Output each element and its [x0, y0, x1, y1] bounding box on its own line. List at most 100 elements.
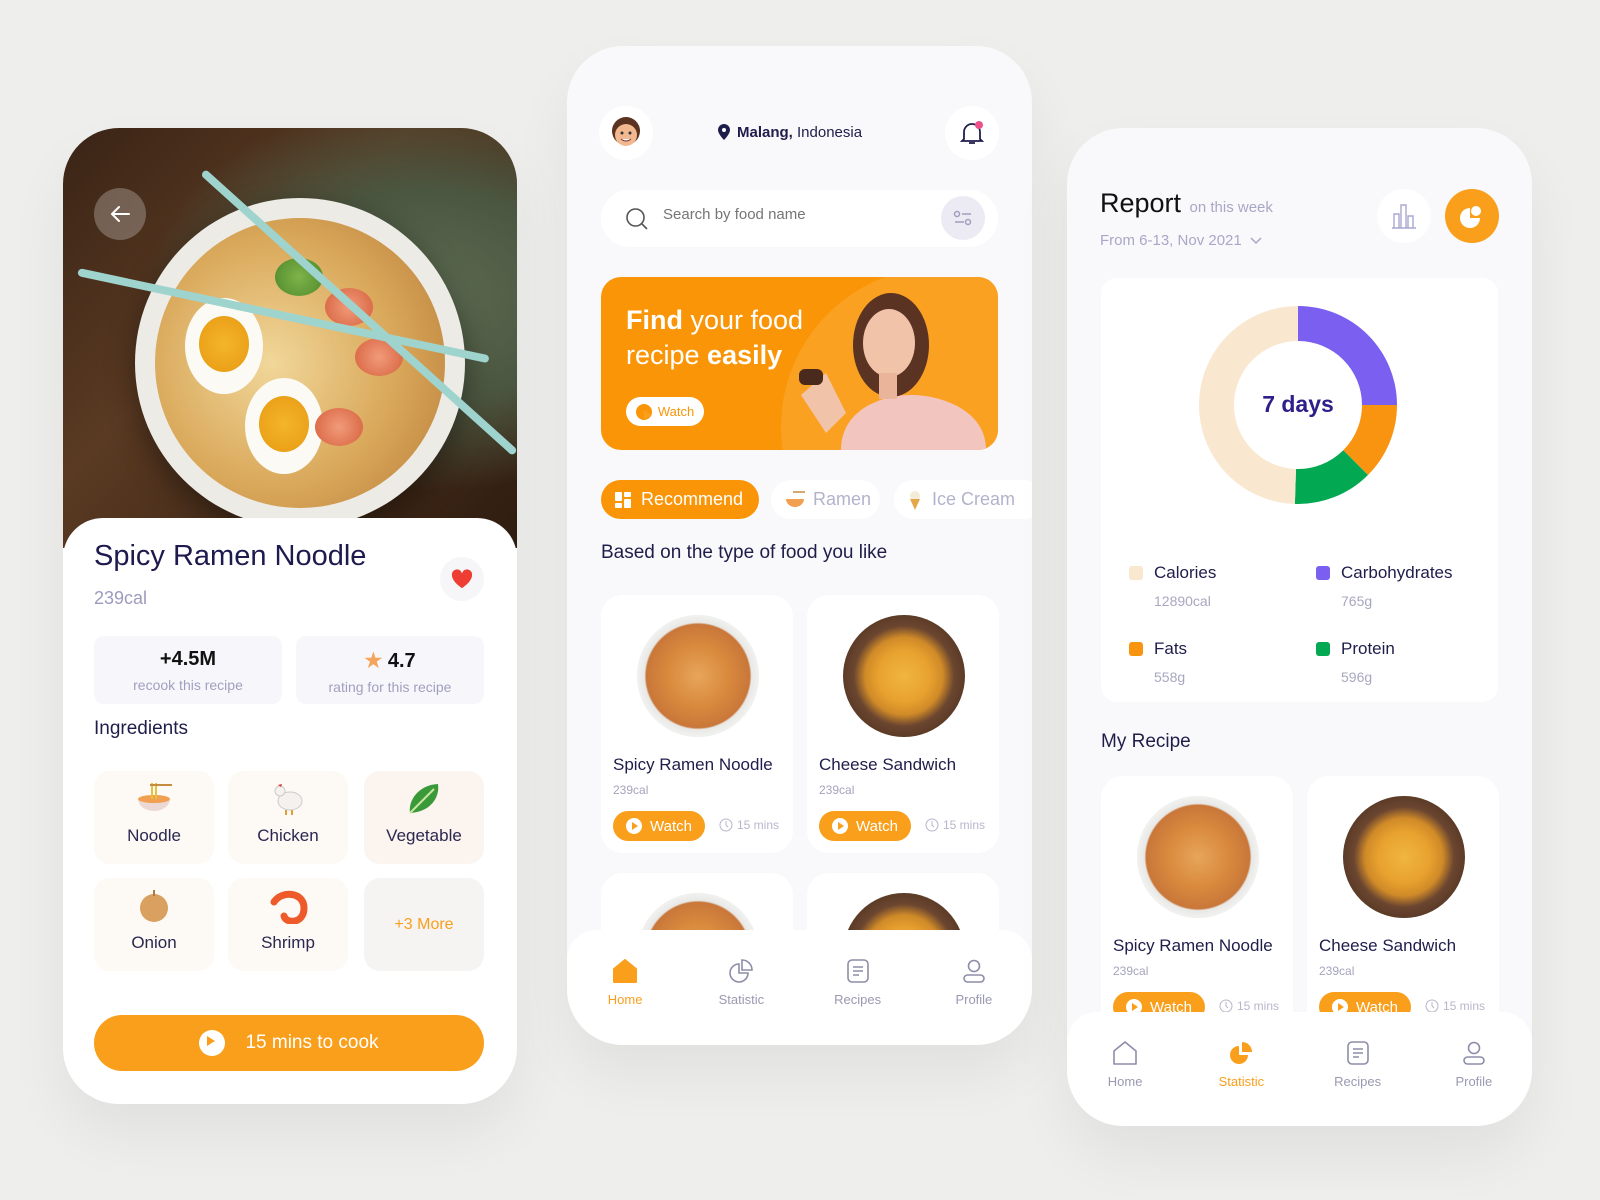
ramen-image [1137, 796, 1259, 918]
chip-recommend[interactable]: Recommend [601, 480, 759, 519]
back-button[interactable] [94, 188, 146, 240]
legend-swatch [1129, 642, 1143, 656]
legend-label: Fats [1154, 639, 1188, 658]
banner-headline: Find your food recipe easily [626, 305, 804, 370]
bell-icon [959, 121, 985, 144]
bottom-nav: Home Statistic Recipes Profile [1067, 1012, 1532, 1126]
recipe-info-card: Spicy Ramen Noodle 239cal +4.5M recook t… [63, 518, 517, 1104]
heart-icon [451, 569, 473, 589]
pie-chart-toggle[interactable] [1445, 189, 1499, 243]
search-bar[interactable] [601, 190, 998, 247]
nutrition-chart-card: 7 days Calories 12890cal Carbohydrates 765g… [1101, 278, 1498, 702]
food-card[interactable]: Spicy Ramen Noodle 239cal Watch 15 mins [601, 595, 793, 853]
report-title: Report on this week [1100, 188, 1273, 218]
chip-ice-cream[interactable]: Ice Cream [894, 480, 1032, 519]
legend-label: Protein [1341, 639, 1395, 658]
recipe-detail-screen: Spicy Ramen Noodle 239cal +4.5M recook t… [63, 128, 517, 1104]
ingredient-noodle[interactable]: Noodle [94, 771, 214, 864]
sandwich-image [843, 615, 965, 737]
promo-banner[interactable]: Find your food recipe easily Watch [601, 277, 998, 450]
play-icon [635, 403, 652, 420]
filter-button[interactable] [941, 196, 985, 240]
nav-recipes[interactable]: Recipes [808, 958, 908, 1045]
onion-icon [140, 890, 168, 922]
clock-icon [925, 818, 939, 832]
cook-time: 15 mins [925, 818, 985, 832]
clock-icon [1219, 999, 1233, 1013]
ingredient-shrimp[interactable]: Shrimp [228, 878, 348, 971]
clock-icon [1425, 999, 1439, 1013]
nav-profile[interactable]: Profile [1424, 1040, 1524, 1126]
grid-icon [615, 491, 631, 508]
recipe-title: Spicy Ramen Noodle [94, 540, 367, 572]
ingredient-chicken[interactable]: Chicken [228, 771, 348, 864]
more-ingredients-button[interactable]: +3 More [364, 878, 484, 971]
home-screen: Malang, Indonesia Find your food recipe … [567, 46, 1032, 1045]
lettuce-icon [409, 784, 439, 814]
document-icon [1346, 1041, 1369, 1065]
nav-statistic[interactable]: Statistic [1191, 1040, 1291, 1126]
search-icon [626, 208, 648, 230]
ingredient-vegetable[interactable]: Vegetable [364, 771, 484, 864]
clock-icon [719, 818, 733, 832]
banner-watch-button[interactable]: Watch [626, 397, 704, 426]
watch-button[interactable]: Watch [613, 811, 705, 841]
legend-label: Calories [1154, 563, 1217, 582]
nav-statistic[interactable]: Statistic [691, 958, 791, 1045]
legend-item-protein: Protein 596g [1316, 639, 1395, 685]
nav-recipes[interactable]: Recipes [1308, 1040, 1408, 1126]
food-card[interactable]: Spicy Ramen Noodle 239cal Watch 15 mins [1101, 776, 1293, 1034]
bottom-nav: Home Statistic Recipes Profile [567, 930, 1032, 1045]
woman-photo [799, 293, 986, 450]
location[interactable]: Malang, Indonesia [717, 123, 862, 141]
bar-chart-toggle[interactable] [1377, 189, 1431, 243]
document-icon [846, 959, 869, 983]
rating-stat: ★ 4.7 rating for this recipe [296, 636, 484, 704]
chip-ramen[interactable]: Ramen [771, 480, 880, 519]
user-icon [1463, 1041, 1485, 1065]
location-pin-icon [718, 124, 730, 140]
watch-button[interactable]: Watch [819, 811, 911, 841]
notification-button[interactable] [945, 106, 999, 160]
star-icon: ★ [364, 650, 383, 672]
cook-time: 15 mins [719, 818, 779, 832]
nav-home[interactable]: Home [1075, 1040, 1175, 1126]
recipe-calories: 239cal [94, 588, 148, 608]
home-icon [613, 959, 638, 983]
legend-item-carbohydrates: Carbohydrates 765g [1316, 563, 1453, 609]
chicken-icon [274, 784, 303, 815]
legend-value: 765g [1341, 593, 1373, 609]
pie-chart-icon [729, 959, 754, 983]
legend-swatch [1129, 566, 1143, 580]
search-input[interactable] [663, 206, 923, 223]
bar-chart-icon [1392, 204, 1416, 229]
arrow-left-icon [110, 206, 130, 222]
nav-home[interactable]: Home [575, 958, 675, 1045]
ramen-image [637, 615, 759, 737]
ice-cream-icon [910, 490, 920, 510]
report-screen: Report on this week From 6-13, Nov 2021 … [1067, 128, 1532, 1126]
food-card[interactable]: Cheese Sandwich 239cal Watch 15 mins [1307, 776, 1499, 1034]
play-icon [199, 1030, 226, 1056]
legend-value: 596g [1341, 669, 1373, 685]
user-icon [963, 959, 985, 983]
sandwich-image [1343, 796, 1465, 918]
avatar-icon [612, 117, 640, 146]
avatar[interactable] [599, 106, 653, 160]
play-icon [626, 818, 643, 834]
donut-center-label: 7 days [1262, 391, 1334, 417]
ingredient-onion[interactable]: Onion [94, 878, 214, 971]
legend-item-calories: Calories 12890cal [1129, 563, 1216, 609]
section-title: Based on the type of food you like [601, 542, 888, 563]
ramen-icon [786, 490, 805, 507]
favorite-button[interactable] [440, 557, 484, 601]
home-icon [1113, 1041, 1137, 1065]
cook-button[interactable]: 15 mins to cook [94, 1015, 484, 1071]
legend-item-fats: Fats 558g [1129, 639, 1187, 685]
nav-profile[interactable]: Profile [924, 958, 1024, 1045]
date-range-dropdown[interactable]: From 6-13, Nov 2021 [1100, 232, 1262, 249]
legend-label: Carbohydrates [1341, 563, 1453, 582]
chevron-down-icon [1250, 236, 1262, 244]
food-card[interactable]: Cheese Sandwich 239cal Watch 15 mins [807, 595, 999, 853]
shrimp-icon [270, 890, 308, 925]
